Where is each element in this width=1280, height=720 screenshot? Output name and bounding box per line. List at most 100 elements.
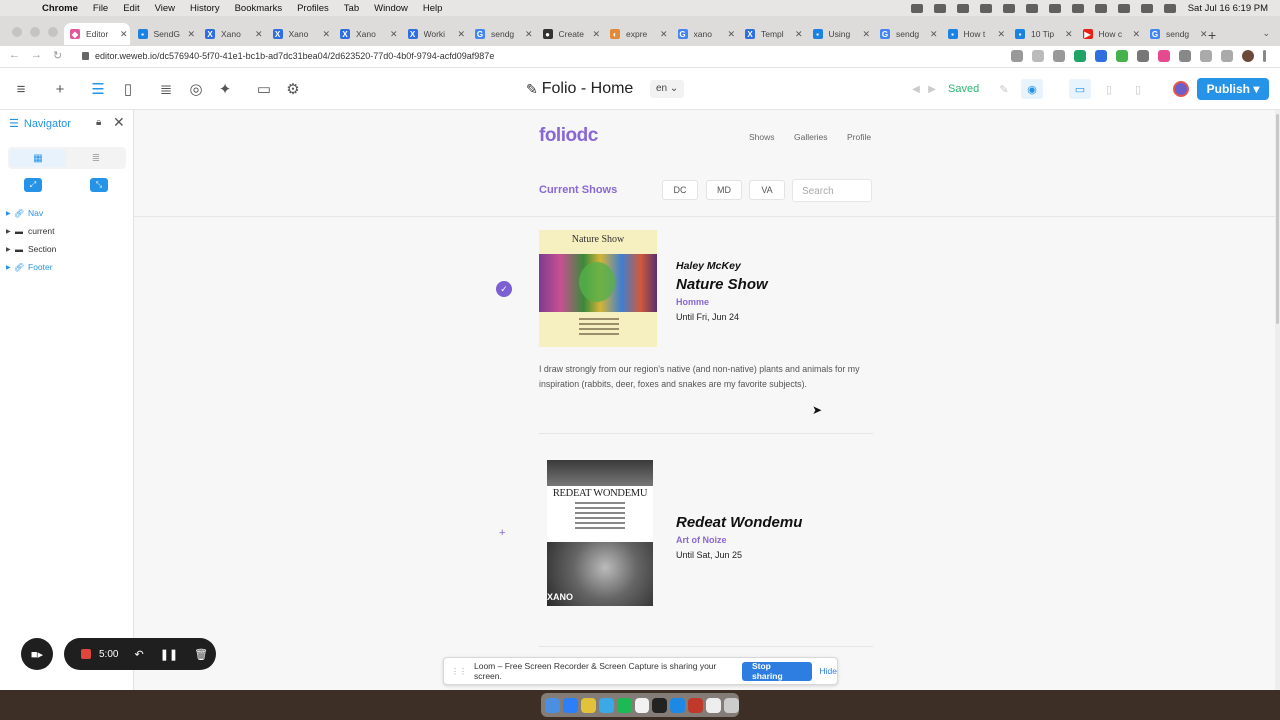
grammar-extension-icon[interactable] (1116, 50, 1128, 62)
spotify-icon[interactable] (616, 697, 632, 713)
settings-icon[interactable] (1025, 3, 1038, 13)
terminal-icon[interactable] (652, 697, 668, 713)
profile-avatar[interactable] (1242, 50, 1254, 62)
editor-canvas[interactable]: foliodc Shows Galleries Profile Current … (134, 110, 1280, 690)
browser-tab[interactable]: ▪ SendG ✕ (132, 23, 198, 45)
wifi-icon[interactable] (1094, 3, 1107, 13)
close-tab-icon[interactable]: ✕ (593, 29, 601, 40)
site-logo[interactable]: foliodc (539, 125, 598, 147)
browser-tab[interactable]: X Templ ✕ (739, 23, 805, 45)
browser-tab[interactable]: X Xano ✕ (267, 23, 333, 45)
volume-icon[interactable] (1048, 3, 1061, 13)
microphone-icon[interactable] (910, 3, 923, 13)
finder-icon[interactable] (545, 697, 560, 713)
browser-tab[interactable]: Gsendg ✕ (1144, 23, 1210, 45)
user-avatar[interactable] (1173, 81, 1189, 97)
edit-mode-icon[interactable]: ✎ (993, 79, 1015, 99)
new-tab-button[interactable]: + (1208, 27, 1216, 43)
drive-extension-icon[interactable] (1074, 50, 1086, 62)
filter-va-button[interactable]: VA (749, 180, 785, 200)
selected-check-icon[interactable]: ✓ (496, 281, 512, 297)
close-tab-icon[interactable]: ✕ (120, 29, 128, 40)
site-nav-galleries[interactable]: Galleries (794, 132, 828, 142)
lock-panel-icon[interactable]: 🔒︎ (96, 117, 101, 128)
browser-tab[interactable]: X Xano ✕ (334, 23, 400, 45)
menu-app-name[interactable]: Chrome (42, 3, 78, 14)
menu-profiles[interactable]: Profiles (297, 3, 329, 14)
menu-history[interactable]: History (190, 3, 220, 14)
hamburger-menu-icon[interactable]: ≡ (13, 81, 29, 98)
secure-lock-icon[interactable] (82, 52, 89, 60)
close-tab-icon[interactable]: ✕ (525, 29, 533, 40)
vscode-icon[interactable] (670, 697, 686, 713)
address-bar-url[interactable]: editor.weweb.io/dc576940-5f70-41e1-bc1b-… (95, 51, 494, 61)
browser-tab[interactable]: ▪ Using ✕ (807, 23, 873, 45)
close-tab-icon[interactable]: ✕ (795, 29, 803, 40)
layers-tab-icon[interactable]: ▦ (10, 149, 66, 167)
pages-icon[interactable]: ▯ (120, 81, 136, 98)
close-tab-icon[interactable]: ✕ (1065, 29, 1073, 40)
vue-extension-icon[interactable] (1095, 50, 1107, 62)
menu-help[interactable]: Help (423, 3, 443, 14)
mic-icon[interactable] (1011, 50, 1023, 62)
hide-banner-button[interactable]: Hide (820, 666, 837, 676)
show-venue[interactable]: Art of Noize (676, 535, 727, 545)
browser-tab[interactable]: ▪ 10 Tip ✕ (1009, 23, 1075, 45)
chrome-icon[interactable] (580, 697, 596, 713)
caret-right-icon[interactable]: ▶ (6, 228, 14, 235)
search-icon[interactable] (1117, 3, 1130, 13)
show-title[interactable]: Nature Show (676, 276, 768, 293)
site-nav-profile[interactable]: Profile (847, 132, 871, 142)
collapse-all-icon[interactable]: ⤡ (90, 178, 108, 192)
publish-button[interactable]: Publish ▾ (1197, 78, 1269, 100)
language-select[interactable]: en ⌄ (650, 80, 685, 98)
data-tab-icon[interactable]: ≣ (68, 149, 124, 167)
battery-icon[interactable] (979, 3, 992, 13)
menu-file[interactable]: File (93, 3, 108, 14)
search-input[interactable]: Search (792, 179, 872, 202)
back-arrow-icon[interactable]: ← (9, 49, 20, 61)
add-item-plus-icon[interactable]: + (499, 527, 505, 539)
close-tab-icon[interactable]: ✕ (930, 29, 938, 40)
close-panel-icon[interactable]: ✕ (113, 114, 125, 131)
pause-icon[interactable]: ❚❚ (160, 648, 178, 661)
undo-arrow-icon[interactable]: ◀ (908, 81, 924, 97)
browser-tab[interactable]: ● Create ✕ (537, 23, 603, 45)
menu-bookmarks[interactable]: Bookmarks (235, 3, 283, 14)
code-window-icon[interactable]: ▭ (256, 81, 272, 98)
browser-tab[interactable]: ◆ Editor ✕ (64, 23, 130, 45)
filter-dc-button[interactable]: DC (662, 180, 698, 200)
scrollbar-thumb[interactable] (1276, 114, 1279, 324)
loom-camera-button[interactable]: ■▸ (21, 638, 53, 670)
app-icon[interactable] (688, 697, 704, 713)
close-tab-icon[interactable]: ✕ (660, 29, 668, 40)
show-title[interactable]: Redeat Wondemu (676, 514, 802, 531)
close-tab-icon[interactable]: ✕ (998, 29, 1006, 40)
lock-icon[interactable] (956, 3, 969, 13)
close-tab-icon[interactable]: ✕ (255, 29, 263, 40)
browser-tab[interactable]: X Worki ✕ (402, 23, 468, 45)
show-venue[interactable]: Homme (676, 297, 709, 307)
trash-icon[interactable]: 🗑︎ (194, 648, 208, 661)
close-tab-icon[interactable]: ✕ (323, 29, 331, 40)
tab-search-chevron-icon[interactable]: ⌄ (1262, 28, 1270, 39)
siri-icon[interactable] (1163, 3, 1176, 13)
safari-icon[interactable] (598, 697, 614, 713)
caret-right-icon[interactable]: ▶ (6, 246, 14, 253)
show-poster-image[interactable]: REDEAT WONDEMU XANO (547, 460, 653, 606)
navigator-list-icon[interactable]: ☰ (90, 81, 106, 98)
mobile-view-icon[interactable]: ▯ (1127, 79, 1149, 99)
share-icon[interactable] (1032, 50, 1044, 62)
extensions-puzzle-icon[interactable] (1179, 50, 1191, 62)
forward-arrow-icon[interactable]: → (31, 49, 42, 61)
chrome-menu-icon[interactable] (1263, 50, 1266, 62)
users-auth-icon[interactable]: ◎ (188, 81, 204, 98)
colorpick-extension-icon[interactable] (1158, 50, 1170, 62)
browser-tab[interactable]: X Xano ✕ (199, 23, 265, 45)
tree-item-footer[interactable]: ▶ 🔗︎ Footer (6, 258, 56, 276)
caret-right-icon[interactable]: ▶ (6, 264, 14, 271)
close-tab-icon[interactable]: ✕ (458, 29, 466, 40)
desktop-view-icon[interactable]: ▭ (1069, 79, 1091, 99)
browser-tab[interactable]: ▶ How c ✕ (1077, 23, 1143, 45)
minimize-window-button[interactable] (30, 27, 40, 37)
